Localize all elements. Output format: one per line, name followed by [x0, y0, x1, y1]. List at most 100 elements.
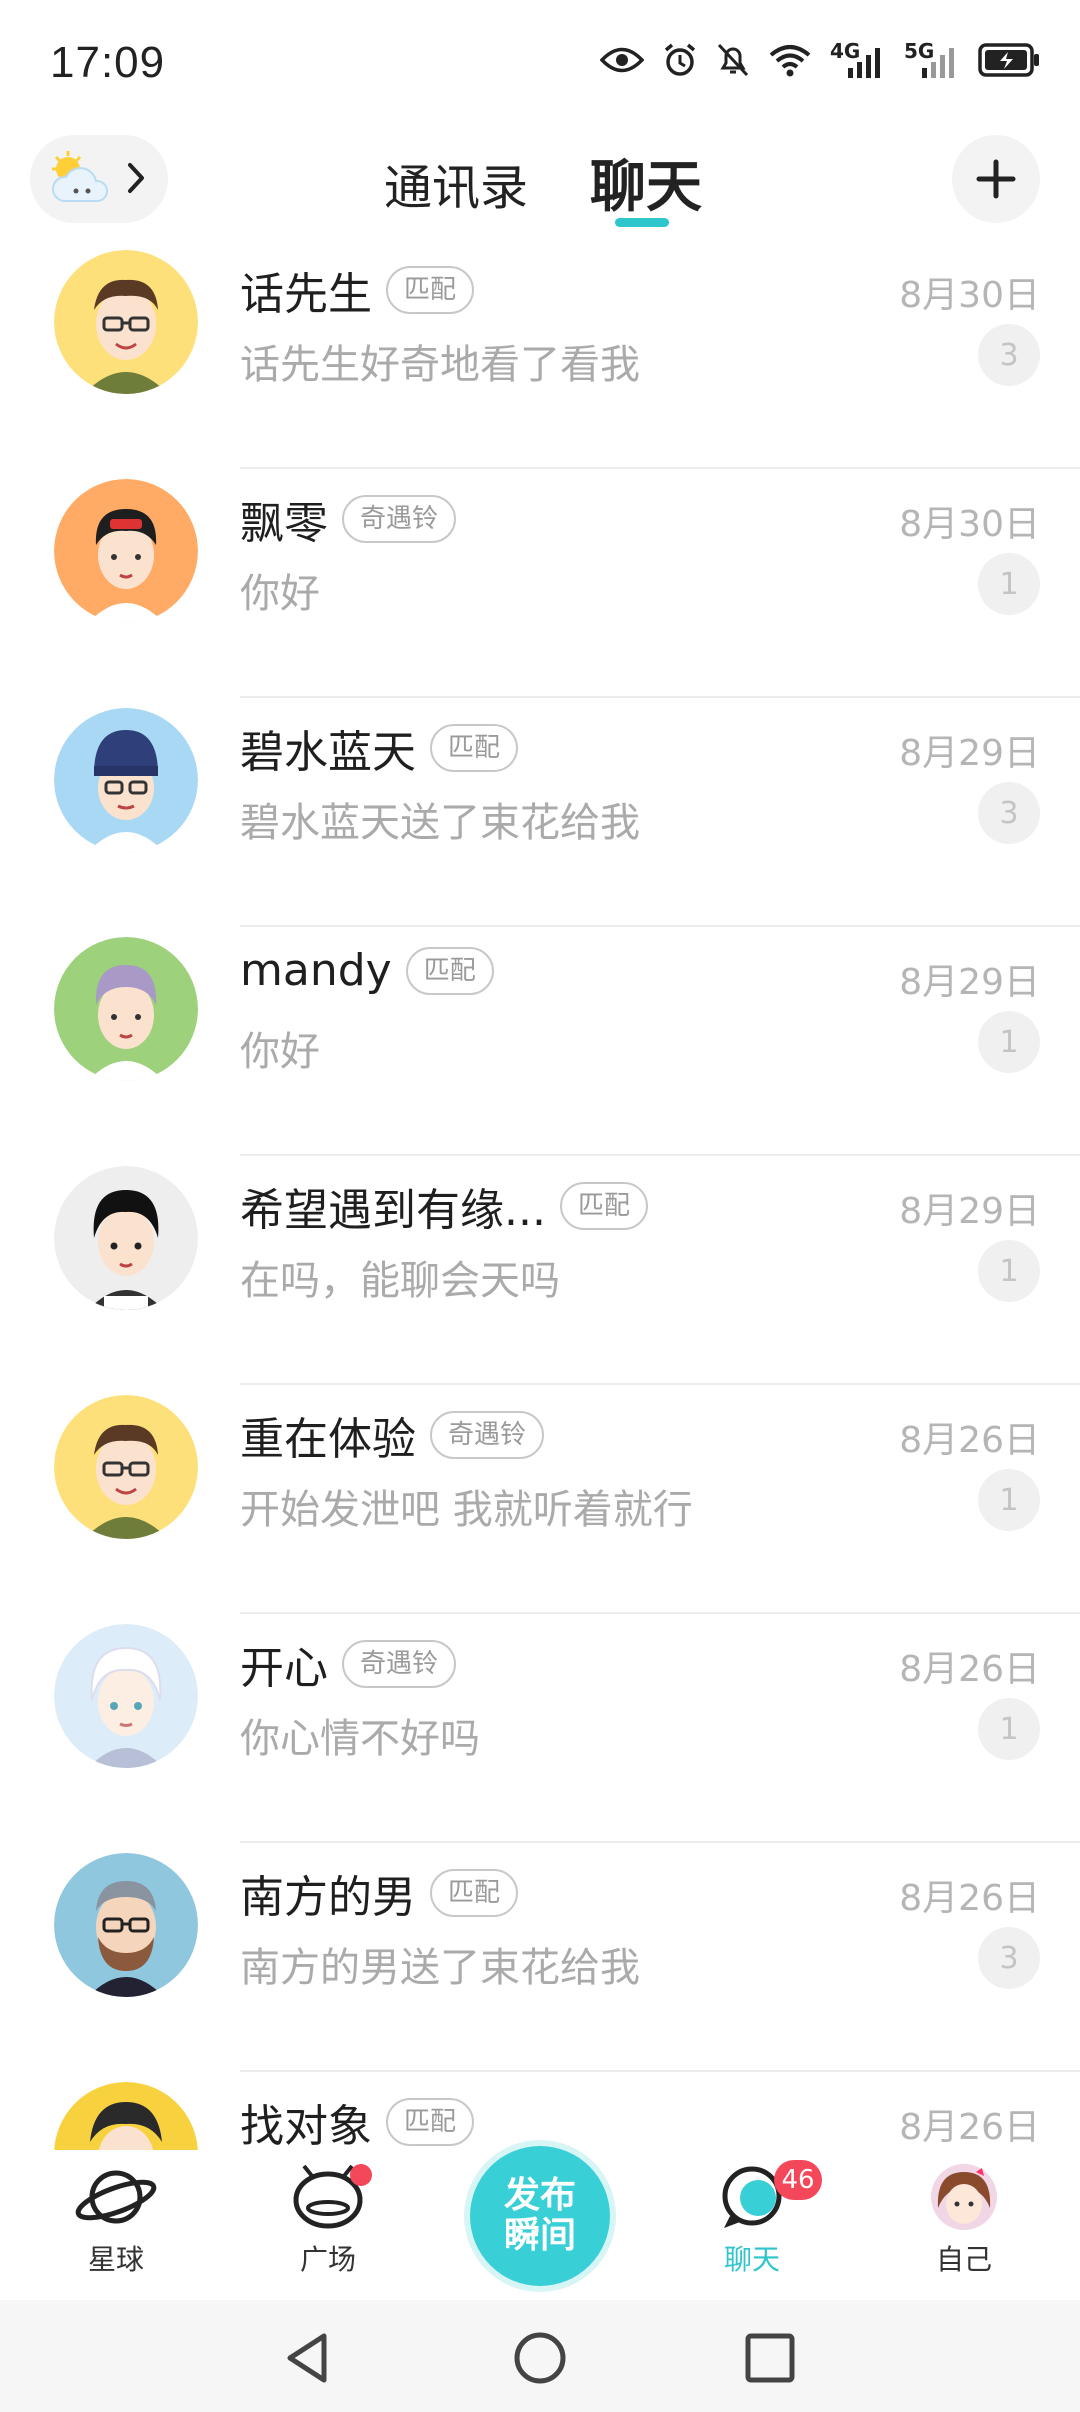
message-date: 8月29日: [899, 733, 1040, 774]
publish-moment-button[interactable]: 发布 瞬间: [470, 2146, 610, 2286]
nav-chat[interactable]: 46 聊天: [682, 2160, 822, 2278]
message-date: 8月30日: [899, 275, 1040, 316]
contact-name: 希望遇到有缘...: [240, 1185, 546, 1236]
wifi-icon: [769, 45, 811, 77]
avatar[interactable]: [54, 1395, 198, 1539]
signal-5g-icon: 5G: [904, 40, 954, 78]
nav-label-planet: 星球: [87, 2243, 144, 2276]
tab-contacts[interactable]: 通讯录: [384, 148, 528, 218]
unread-count-badge: 1: [978, 1011, 1040, 1073]
avatar[interactable]: [54, 1624, 198, 1768]
alarm-icon: [664, 43, 696, 76]
bottom-nav: 星球 广场 发布 瞬间 46 聊天 自己: [0, 2146, 1080, 2300]
source-tag: 匹配: [559, 1182, 648, 1230]
name-row: 南方的男 匹配: [240, 1861, 519, 1925]
contact-name: 找对象: [240, 2101, 372, 2150]
name-row: 飘零 奇遇铃: [240, 487, 457, 551]
message-date: 8月30日: [899, 504, 1040, 545]
source-tag: 匹配: [386, 266, 475, 314]
unread-count-badge: 1: [978, 1469, 1040, 1531]
message-preview: 开始发泄吧 我就听着就行: [240, 1487, 693, 1533]
avatar[interactable]: [54, 1853, 198, 1997]
contact-name: 飘零: [240, 498, 328, 549]
back-icon[interactable]: [282, 2330, 334, 2386]
signal-4g-icon: 4G: [830, 40, 880, 78]
avatar[interactable]: [54, 1166, 198, 1310]
add-button[interactable]: [952, 135, 1040, 223]
source-tag: 匹配: [430, 724, 519, 772]
nav-label-me: 自己: [935, 2243, 992, 2276]
active-tab-indicator: [615, 218, 669, 227]
chat-item[interactable]: 南方的男 匹配 8月26日 南方的男送了束花给我 3: [0, 1843, 1080, 2072]
avatar[interactable]: [54, 2082, 198, 2150]
contact-name: 话先生: [240, 269, 372, 320]
header: 通讯录 聊天: [0, 130, 1080, 240]
weather-button[interactable]: [30, 135, 168, 223]
chevron-right-icon: [128, 163, 144, 193]
tab-chat[interactable]: 聊天: [590, 142, 702, 223]
chat-list[interactable]: 话先生 匹配 8月30日 话先生好奇地看了看我 3 飘零 奇遇铃 8月30日 你…: [0, 240, 1080, 2150]
plus-icon: [976, 159, 1016, 199]
name-row: 重在体验 奇遇铃: [240, 1403, 545, 1467]
recents-icon[interactable]: [744, 2330, 796, 2386]
new-content-dot: [350, 2164, 372, 2186]
publish-label-line1: 发布: [503, 2175, 576, 2216]
profile-avatar-icon: [931, 2164, 997, 2230]
unread-count-badge: 1: [978, 553, 1040, 615]
chat-unread-badge: 46: [774, 2160, 822, 2200]
eye-icon: [600, 47, 644, 73]
chat-item[interactable]: 希望遇到有缘... 匹配 8月29日 在吗，能聊会天吗 1: [0, 1156, 1080, 1385]
chat-item[interactable]: mandy 匹配 8月29日 你好 1: [0, 927, 1080, 1156]
source-tag: 奇遇铃: [430, 1411, 545, 1459]
publish-label-line2: 瞬间: [503, 2215, 576, 2256]
contact-name: 碧水蓝天: [240, 727, 416, 778]
message-date: 8月26日: [899, 1420, 1040, 1461]
message-preview: 你好: [240, 571, 320, 617]
avatar[interactable]: [54, 937, 198, 1081]
source-tag: 奇遇铃: [342, 495, 457, 543]
name-row: 开心 奇遇铃: [240, 1632, 457, 1696]
chat-item[interactable]: 开心 奇遇铃 8月26日 你心情不好吗 1: [0, 1614, 1080, 1843]
message-preview: 南方的男送了束花给我: [240, 1945, 640, 1991]
system-nav-bar: [0, 2300, 1080, 2412]
nav-label-chat: 聊天: [723, 2243, 780, 2276]
message-preview: 你好: [240, 1029, 320, 1075]
name-row: 碧水蓝天 匹配: [240, 716, 519, 780]
mute-bell-icon: [717, 43, 749, 77]
contact-name: 开心: [240, 1643, 328, 1694]
home-icon[interactable]: [512, 2330, 568, 2386]
message-preview: 碧水蓝天送了束花给我: [240, 800, 640, 846]
battery-icon: [978, 43, 1039, 77]
nav-square[interactable]: 广场: [258, 2162, 398, 2278]
message-date: 8月26日: [899, 1649, 1040, 1690]
contact-name: 南方的男: [240, 1872, 416, 1923]
source-tag: 奇遇铃: [342, 1640, 457, 1688]
name-row: 希望遇到有缘... 匹配: [240, 1174, 648, 1238]
unread-count-badge: 1: [978, 1698, 1040, 1760]
nav-me[interactable]: 自己: [894, 2162, 1034, 2278]
chat-item[interactable]: 飘零 奇遇铃 8月30日 你好 1: [0, 469, 1080, 698]
name-row: 找对象 匹配: [240, 2090, 475, 2150]
unread-count-badge: 3: [978, 782, 1040, 844]
unread-count-badge: 3: [978, 1927, 1040, 1989]
nav-label-square: 广场: [299, 2243, 356, 2276]
chat-item[interactable]: 重在体验 奇遇铃 8月26日 开始发泄吧 我就听着就行 1: [0, 1385, 1080, 1614]
avatar[interactable]: [54, 250, 198, 394]
nav-planet[interactable]: 星球: [46, 2162, 186, 2278]
unread-count-badge: 1: [978, 1240, 1040, 1302]
svg-text:4G: 4G: [830, 40, 860, 63]
chat-item[interactable]: 找对象 匹配 8月26日: [0, 2072, 1080, 2150]
message-preview: 你心情不好吗: [240, 1716, 480, 1762]
source-tag: 匹配: [430, 1869, 519, 1917]
weather-cloud-sun-icon: [52, 151, 108, 202]
message-preview: 话先生好奇地看了看我: [240, 342, 640, 388]
chat-item[interactable]: 话先生 匹配 8月30日 话先生好奇地看了看我 3: [0, 240, 1080, 469]
planet-icon: [75, 2170, 157, 2224]
contact-name: 重在体验: [240, 1414, 416, 1465]
avatar[interactable]: [54, 708, 198, 852]
message-date: 8月29日: [899, 962, 1040, 1003]
message-preview: 在吗，能聊会天吗: [240, 1258, 560, 1304]
chat-item[interactable]: 碧水蓝天 匹配 8月29日 碧水蓝天送了束花给我 3: [0, 698, 1080, 927]
source-tag: 匹配: [405, 946, 494, 995]
avatar[interactable]: [54, 479, 198, 623]
